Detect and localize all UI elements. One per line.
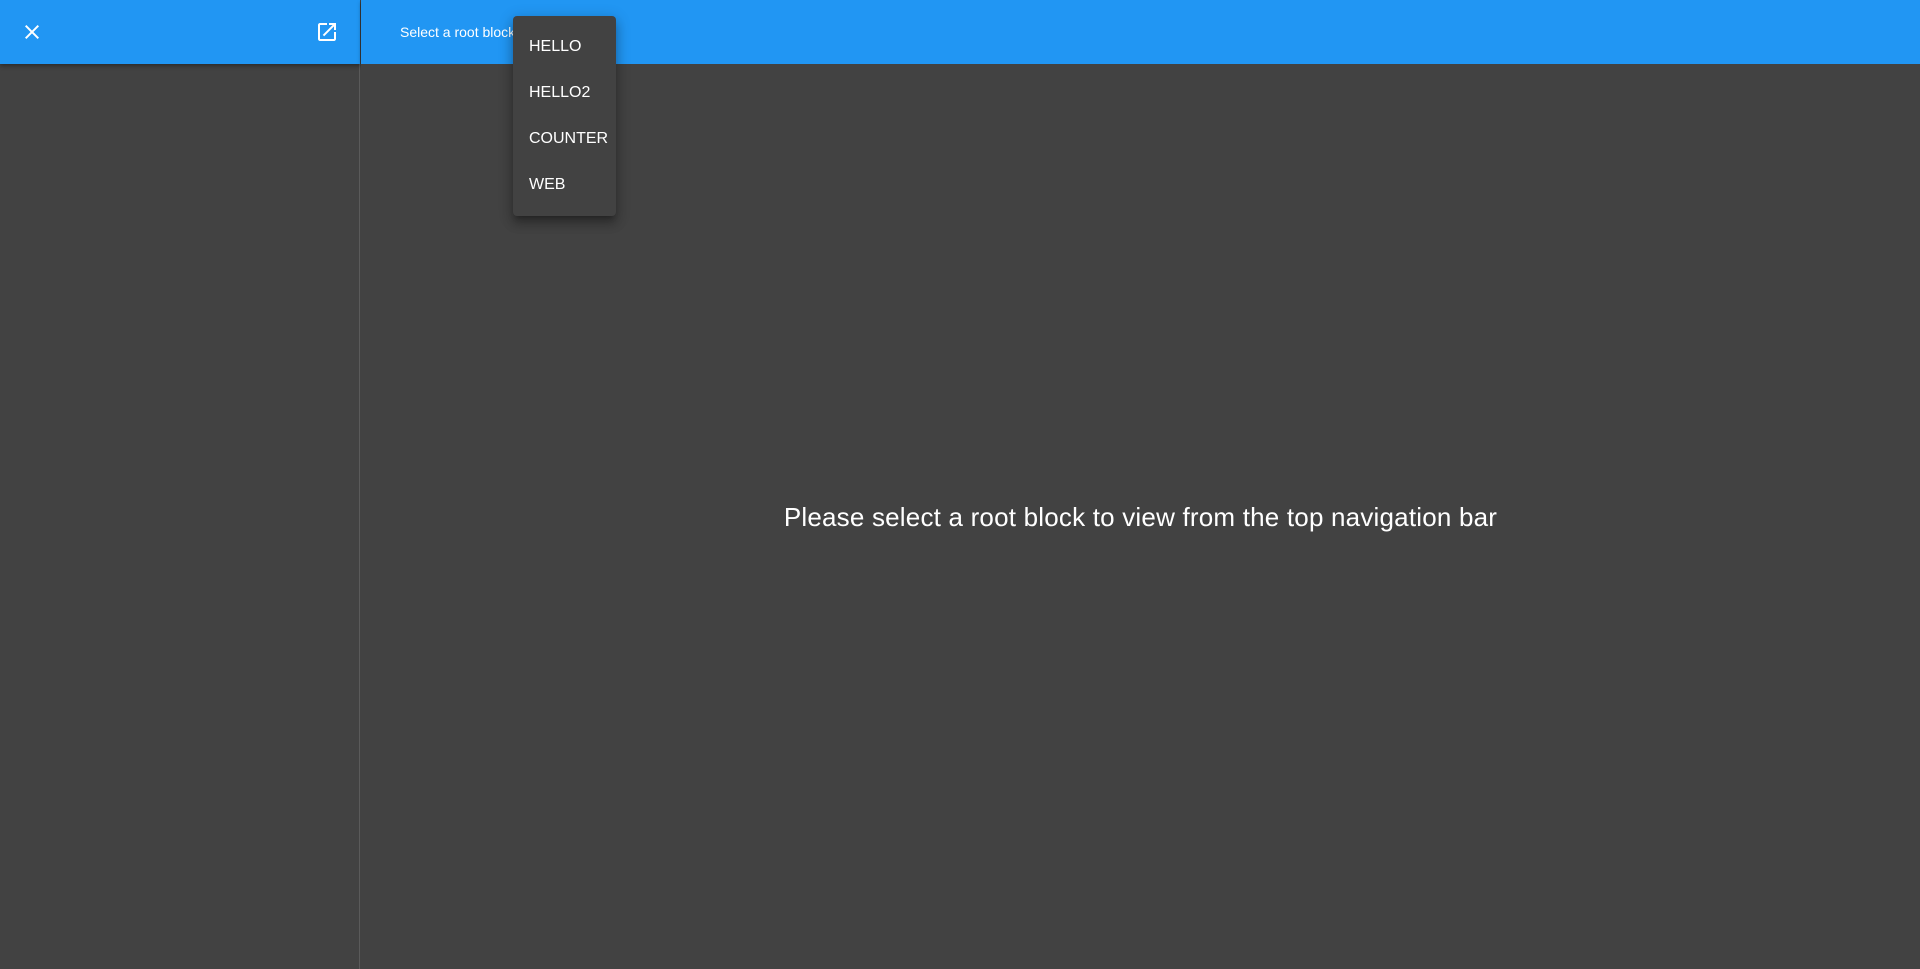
empty-state-message: Please select a root block to view from …: [783, 502, 1498, 532]
side-drawer: [0, 0, 360, 969]
menu-item-hello2[interactable]: HELLO2: [513, 70, 616, 116]
app: Select a root block Please select a root…: [0, 0, 1920, 969]
open-in-new-button[interactable]: [303, 8, 351, 56]
menu-item-hello[interactable]: HELLO: [513, 24, 616, 70]
root-block-select[interactable]: Select a root block: [400, 0, 515, 64]
open-in-new-icon: [318, 23, 336, 41]
drawer-header: [0, 0, 360, 64]
menu-item-counter[interactable]: COUNTER: [513, 116, 616, 162]
close-drawer-button[interactable]: [8, 8, 56, 56]
root-block-menu: HELLO HELLO2 COUNTER WEB: [513, 16, 616, 216]
close-icon: [25, 25, 39, 39]
menu-item-web[interactable]: WEB: [513, 162, 616, 208]
